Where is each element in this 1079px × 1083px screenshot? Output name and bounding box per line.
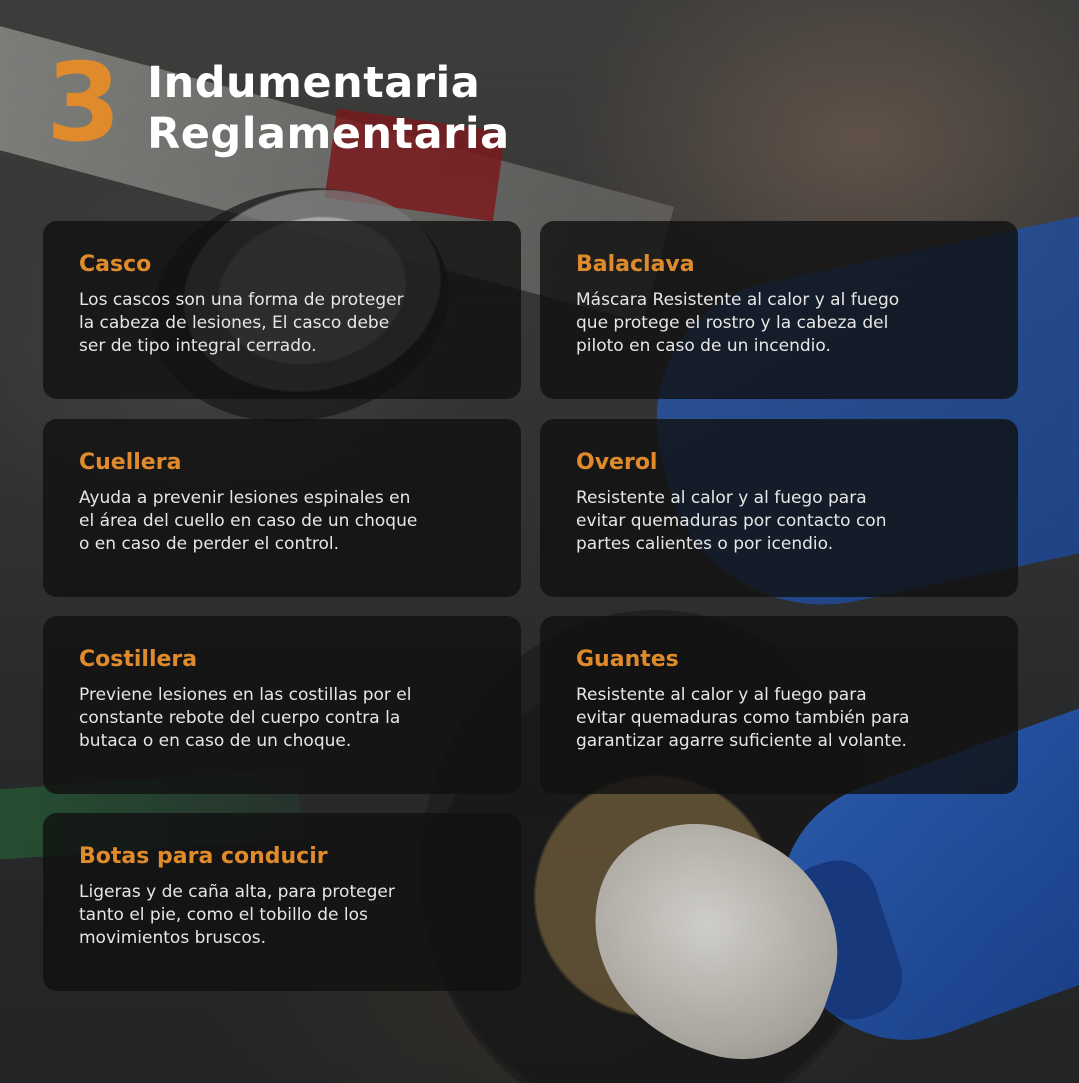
card-title: Guantes [576, 647, 679, 672]
card-title: Cuellera [79, 450, 182, 475]
section-number: 3 [46, 41, 121, 166]
card-cuellera: Cuellera Ayuda a prevenir lesiones espin… [43, 419, 521, 597]
section-heading: 3 Indumentaria Reglamentaria [46, 41, 510, 166]
section-title-line-1: Indumentaria [147, 58, 481, 108]
card-title: Costillera [79, 647, 198, 672]
card-title: Balaclava [576, 252, 695, 277]
card-guantes: Guantes Resistente al calor y al fuego p… [540, 616, 1018, 794]
card-description: Ayuda a prevenir lesiones espinales en e… [79, 488, 418, 554]
card-description: Resistente al calor y al fuego para evit… [576, 685, 910, 751]
section-title: Indumentaria Reglamentaria [147, 58, 509, 160]
card-title: Casco [79, 252, 152, 277]
card-description: Ligeras y de caña alta, para proteger ta… [79, 882, 395, 948]
section-title-line-2: Reglamentaria [147, 109, 510, 159]
infographic-canvas: 3 Indumentaria Reglamentaria Casco Los c… [0, 0, 1079, 1083]
card-balaclava: Balaclava Máscara Resistente al calor y … [540, 221, 1018, 399]
card-costillera: Costillera Previene lesiones en las cost… [43, 616, 521, 794]
card-botas-para-conducir: Botas para conducir Ligeras y de caña al… [43, 813, 521, 991]
card-description: Los cascos son una forma de proteger la … [79, 290, 404, 356]
card-title: Botas para conducir [79, 844, 328, 869]
card-description: Resistente al calor y al fuego para evit… [576, 488, 887, 554]
card-casco: Casco Los cascos son una forma de proteg… [43, 221, 521, 399]
card-description: Máscara Resistente al calor y al fuego q… [576, 290, 900, 356]
card-description: Previene lesiones en las costillas por e… [79, 685, 412, 751]
card-overol: Overol Resistente al calor y al fuego pa… [540, 419, 1018, 597]
card-title: Overol [576, 450, 658, 475]
